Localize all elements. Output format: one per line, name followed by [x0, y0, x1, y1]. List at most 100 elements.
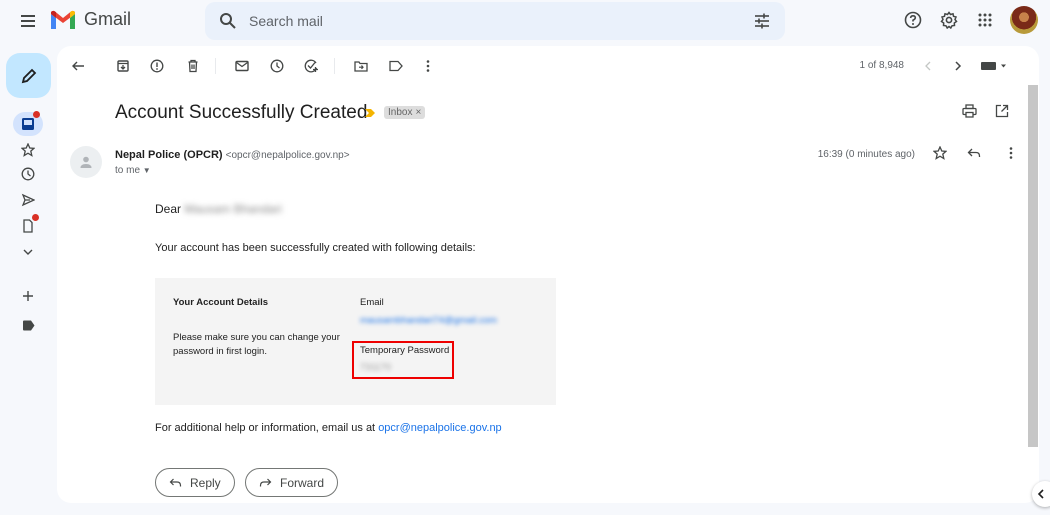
chevron-right-icon [955, 61, 962, 71]
forward-button[interactable]: Forward [245, 468, 339, 497]
recipient-details-toggle[interactable]: to me ▼ [115, 165, 151, 176]
print-all-button[interactable] [962, 104, 977, 123]
toolbar-divider [334, 58, 335, 74]
greeting-word: Dear [155, 202, 182, 216]
rail-drafts[interactable] [14, 214, 42, 237]
important-marker-icon[interactable] [364, 108, 376, 118]
report-spam-button[interactable] [146, 55, 168, 77]
arrow-left-icon [72, 61, 84, 71]
email-value-redacted[interactable]: mausambhandari74@gmail.com [360, 315, 497, 326]
newer-button[interactable] [917, 55, 939, 77]
clock-icon [21, 167, 35, 181]
sender-avatar[interactable] [70, 146, 102, 178]
send-icon [21, 193, 35, 207]
chevron-down-icon [23, 249, 33, 255]
rail-more[interactable] [14, 241, 42, 263]
more-options-button[interactable] [417, 55, 439, 77]
folder-move-icon [354, 61, 368, 72]
rail-label[interactable] [14, 314, 42, 336]
help-text: For additional help or information, emai… [155, 422, 376, 434]
keyboard-icon [981, 62, 1006, 70]
gmail-logo[interactable]: Gmail [50, 9, 131, 30]
snooze-button[interactable] [266, 55, 288, 77]
details-note: Please make sure you can change your pas… [173, 332, 340, 357]
search-filters-icon[interactable] [753, 12, 771, 30]
unread-indicator [33, 111, 40, 118]
details-heading: Your Account Details [173, 297, 269, 308]
rail-sent[interactable] [14, 189, 42, 211]
task-add-icon [304, 59, 318, 73]
draft-file-icon [23, 219, 33, 233]
greeting: Dear Mausam Bhandari [155, 202, 282, 216]
reply-label: Reply [190, 475, 221, 490]
older-button[interactable] [947, 55, 969, 77]
trash-icon [188, 59, 198, 73]
app-name: Gmail [84, 9, 132, 29]
envelope-icon [235, 60, 249, 72]
back-button[interactable] [67, 55, 89, 77]
message-more-button[interactable] [1009, 146, 1013, 165]
help-icon[interactable] [902, 9, 924, 31]
intro-text: Your account has been successfully creat… [155, 242, 476, 254]
help-email-link[interactable]: opcr@nepalpolice.gov.np [378, 422, 502, 434]
mark-unread-button[interactable] [231, 55, 253, 77]
printer-icon [962, 104, 977, 118]
settings-gear-icon[interactable] [938, 9, 960, 31]
open-in-new-window-button[interactable] [995, 104, 1009, 123]
sender-line: Nepal Police (OPCR) <opcr@nepalpolice.go… [115, 149, 350, 161]
more-vertical-icon [426, 60, 430, 72]
more-vertical-icon [1009, 147, 1013, 159]
email-timestamp: 16:39 (0 minutes ago) [817, 149, 915, 160]
star-icon [21, 143, 35, 157]
label-name: Inbox [388, 107, 413, 118]
inbox-label-chip[interactable]: Inbox × [384, 106, 426, 119]
label-outline-icon [389, 60, 403, 72]
search-icon[interactable] [219, 12, 237, 30]
open-external-icon [995, 104, 1009, 118]
unread-indicator [32, 214, 39, 221]
person-icon [80, 156, 92, 168]
apps-grid-icon[interactable] [974, 9, 996, 31]
account-avatar[interactable] [1010, 6, 1038, 34]
email-label: Email [360, 297, 384, 308]
main-menu-icon[interactable] [18, 11, 38, 31]
forward-label: Forward [280, 475, 325, 490]
side-panel-toggle[interactable] [1032, 481, 1050, 507]
archive-button[interactable] [112, 55, 134, 77]
top-bar: Gmail [0, 0, 1050, 42]
chevron-left-icon [1037, 489, 1044, 499]
pencil-icon [21, 68, 36, 83]
labels-button[interactable] [385, 55, 407, 77]
caret-down-icon: ▼ [142, 166, 151, 175]
email-subject: Account Successfully Created [115, 102, 368, 123]
rail-snoozed[interactable] [14, 163, 42, 185]
chevron-left-icon [925, 61, 931, 71]
add-to-tasks-button[interactable] [301, 55, 323, 77]
toolbar-divider [215, 58, 216, 74]
input-tools-button[interactable] [979, 55, 1009, 77]
rail-starred[interactable] [14, 139, 42, 161]
help-line: For additional help or information, emai… [155, 422, 502, 434]
remove-label-button[interactable]: × [415, 107, 421, 118]
scrollbar[interactable] [1028, 85, 1038, 447]
search-bar [205, 2, 785, 40]
pagination-count: 1 of 8,948 [859, 60, 904, 71]
star-icon [932, 145, 948, 160]
recipient-text: to me [115, 165, 141, 176]
compose-button[interactable] [6, 53, 51, 98]
delete-button[interactable] [182, 55, 204, 77]
rail-inbox[interactable] [13, 111, 43, 136]
clock-icon [270, 59, 284, 73]
reply-arrow-icon [169, 478, 182, 486]
archive-icon [117, 60, 129, 72]
reply-icon-button[interactable] [967, 146, 981, 165]
search-input[interactable] [249, 11, 729, 31]
sender-name[interactable]: Nepal Police (OPCR) [115, 149, 223, 161]
forward-arrow-icon [259, 478, 272, 486]
sender-email: <opcr@nepalpolice.gov.np> [225, 150, 350, 161]
reply-button[interactable]: Reply [155, 468, 235, 497]
message-toolbar: 1 of 8,948 [57, 46, 1039, 86]
star-button[interactable] [932, 145, 948, 165]
move-to-button[interactable] [350, 55, 372, 77]
rail-create-label[interactable] [14, 285, 42, 307]
